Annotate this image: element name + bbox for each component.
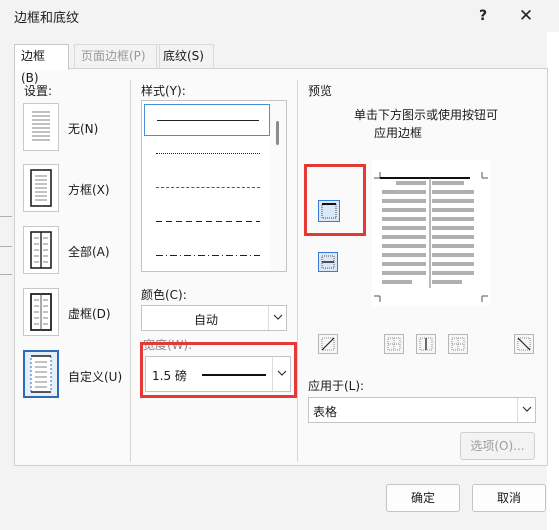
- style-option-solid[interactable]: [144, 104, 270, 136]
- tab-shading[interactable]: 底纹(S): [156, 44, 214, 68]
- width-heading: 宽度(W):: [143, 338, 193, 352]
- background-document-edge: [547, 32, 559, 530]
- title-bar: 边框和底纹 ? ✕: [0, 0, 559, 32]
- color-value: 自动: [194, 313, 219, 327]
- width-line-sample: [202, 374, 266, 376]
- top-border-button[interactable]: [318, 200, 340, 222]
- close-button[interactable]: ✕: [512, 4, 540, 28]
- custom-border-icon: [30, 355, 52, 393]
- setting-custom-label[interactable]: 自定义(U): [68, 368, 122, 385]
- setting-custom-button[interactable]: [23, 350, 59, 398]
- style-option-fine-dash[interactable]: [144, 172, 270, 204]
- right-border-button[interactable]: [448, 334, 468, 354]
- apply-to-heading: 应用于(L):: [308, 379, 365, 393]
- style-option-dotted[interactable]: [144, 138, 270, 170]
- all-borders-icon: [30, 231, 52, 269]
- dropdown-arrow[interactable]: [272, 357, 290, 391]
- preview-hint-line2: 应用边框: [374, 126, 423, 140]
- width-value: 1.5 磅: [152, 369, 187, 383]
- diagonal-down-button[interactable]: [514, 334, 534, 354]
- setting-grid-label[interactable]: 虚框(D): [68, 305, 111, 322]
- background-line: [0, 274, 12, 275]
- help-button[interactable]: ?: [469, 4, 497, 28]
- cancel-button[interactable]: 取消: [472, 484, 546, 512]
- diagonal-up-icon: [321, 337, 335, 351]
- preview-heading: 预览: [308, 84, 333, 98]
- style-option-dash-dot[interactable]: [144, 240, 270, 271]
- setting-all-label[interactable]: 全部(A): [68, 243, 110, 260]
- inside-horizontal-button[interactable]: [318, 252, 338, 272]
- tab-page-borders[interactable]: 页面边框(P): [74, 44, 160, 68]
- setting-none-button[interactable]: [23, 103, 59, 151]
- no-border-icon: [32, 111, 50, 141]
- line-sample: [157, 120, 259, 121]
- line-sample: [156, 153, 260, 154]
- dialog-title: 边框和底纹: [14, 11, 80, 26]
- style-scrollbar[interactable]: [270, 101, 286, 271]
- dropdown-arrow[interactable]: [517, 398, 535, 422]
- style-list[interactable]: [141, 100, 287, 272]
- right-border-icon: [451, 337, 465, 351]
- background-line: [0, 216, 12, 217]
- diagonal-up-button[interactable]: [318, 334, 338, 354]
- left-border-icon: [387, 337, 401, 351]
- preview-hint-line1: 单击下方图示或使用按钮可: [354, 108, 499, 122]
- setting-box-label[interactable]: 方框(X): [68, 181, 110, 198]
- setting-grid-button[interactable]: [23, 288, 59, 336]
- chevron-down-icon: [277, 370, 287, 376]
- background-line: [0, 246, 12, 247]
- grid-border-icon: [30, 293, 52, 331]
- apply-to-dropdown[interactable]: 表格: [308, 397, 536, 423]
- setting-none-label[interactable]: 无(N): [68, 120, 98, 137]
- style-heading: 样式(Y):: [141, 84, 186, 98]
- style-option-dash[interactable]: [144, 206, 270, 238]
- color-heading: 颜色(C):: [141, 288, 187, 302]
- preview-table-diagram: [374, 172, 488, 302]
- line-sample: [156, 255, 260, 256]
- borders-shading-dialog: 边框和底纹 ? ✕ 边框(B) 页面边框(P) 底纹(S) 设置: 无(N) 方…: [0, 0, 559, 530]
- ok-button[interactable]: 确定: [386, 484, 460, 512]
- box-border-icon: [30, 169, 52, 207]
- diagonal-down-icon: [517, 337, 531, 351]
- left-border-button[interactable]: [384, 334, 404, 354]
- top-border-icon: [321, 203, 337, 219]
- inside-horizontal-icon: [321, 255, 335, 269]
- inside-vertical-button[interactable]: [416, 334, 436, 354]
- apply-to-value: 表格: [313, 405, 338, 419]
- inside-vertical-icon: [419, 337, 433, 351]
- setting-all-button[interactable]: [23, 226, 59, 274]
- setting-box-button[interactable]: [23, 164, 59, 212]
- divider: [130, 80, 131, 462]
- chevron-down-icon: [522, 406, 532, 412]
- color-dropdown[interactable]: 自动: [141, 305, 287, 331]
- divider: [297, 80, 298, 462]
- scrollbar-thumb[interactable]: [276, 121, 279, 145]
- dropdown-arrow[interactable]: [268, 306, 286, 330]
- line-sample: [156, 221, 260, 222]
- options-button[interactable]: 选项(O)...: [460, 432, 535, 460]
- width-dropdown[interactable]: 1.5 磅: [145, 356, 291, 392]
- tab-borders[interactable]: 边框(B): [14, 44, 69, 85]
- chevron-down-icon: [273, 314, 283, 320]
- preview-canvas[interactable]: [372, 160, 490, 306]
- line-sample: [156, 187, 260, 188]
